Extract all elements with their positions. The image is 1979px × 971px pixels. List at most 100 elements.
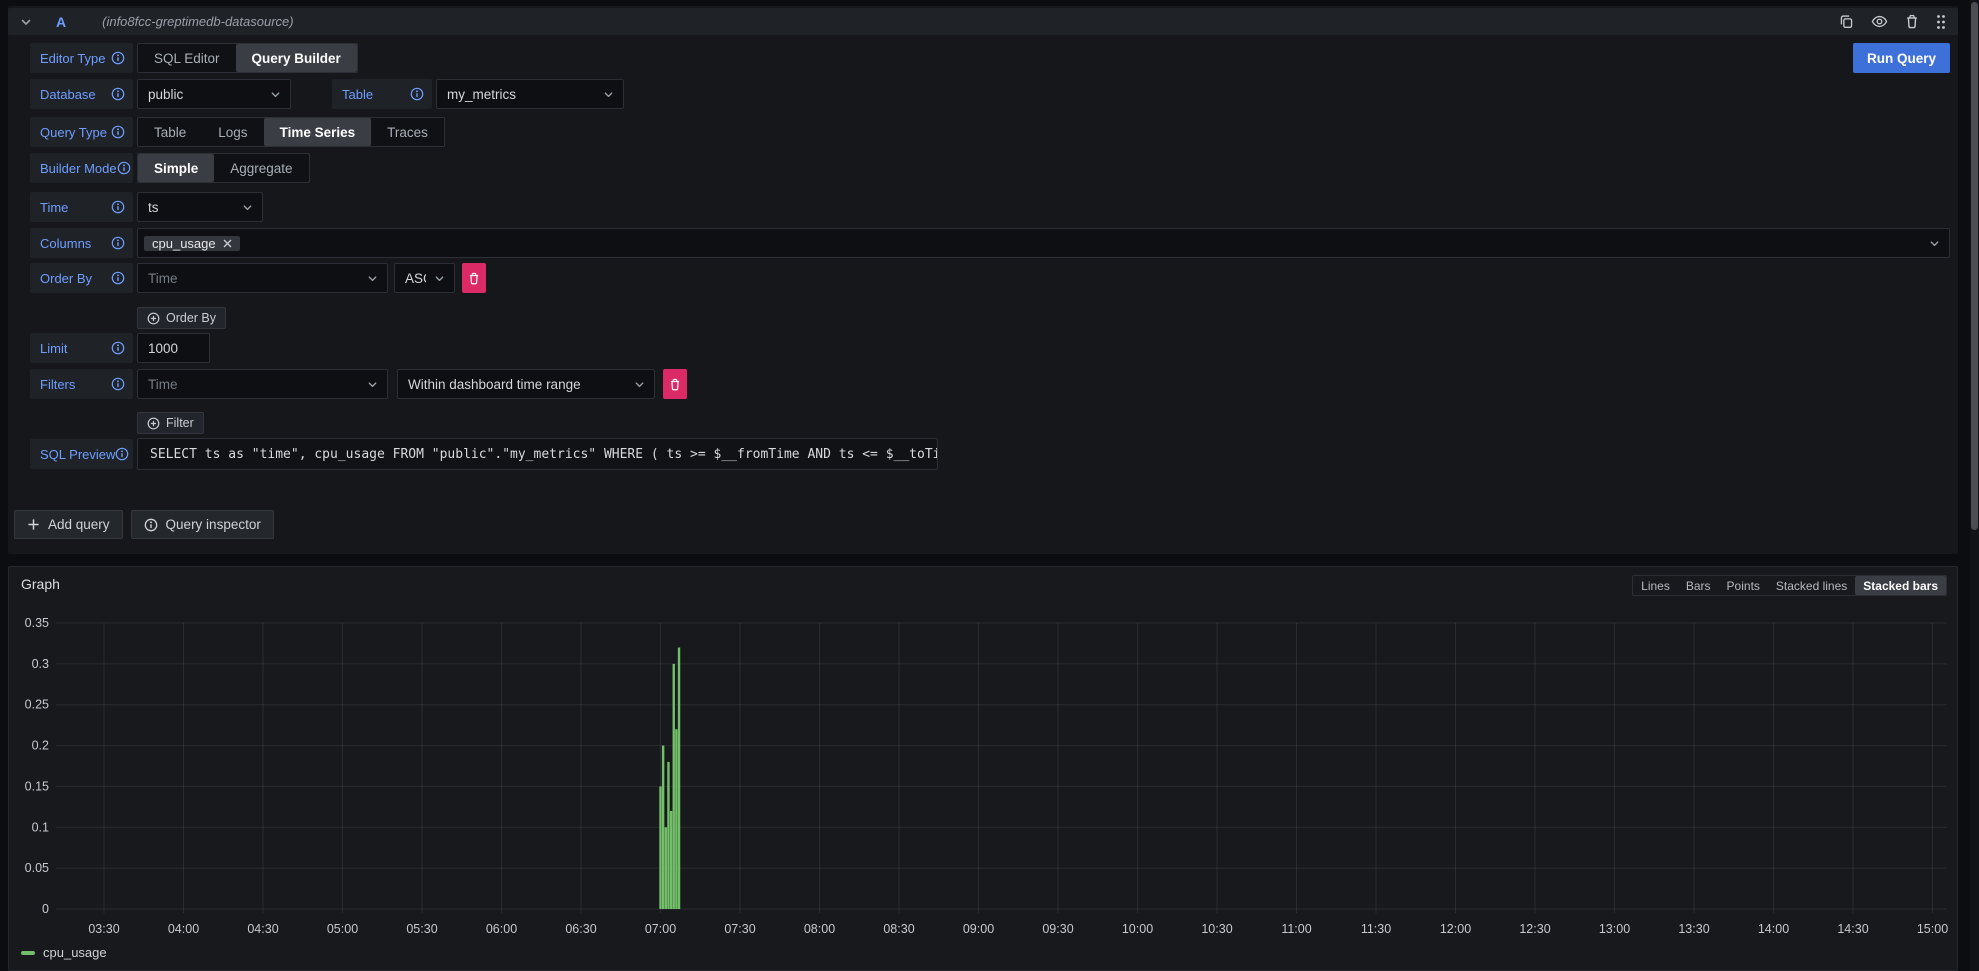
collapse-chevron-icon[interactable] xyxy=(20,16,32,28)
svg-text:0.05: 0.05 xyxy=(25,861,49,875)
remove-filter-button[interactable] xyxy=(663,369,687,399)
svg-text:13:30: 13:30 xyxy=(1678,922,1709,936)
plus-circle-icon xyxy=(147,312,160,325)
chevron-down-icon xyxy=(634,379,645,390)
time-series-chart[interactable]: 00.050.10.150.20.250.30.3503:3004:0004:3… xyxy=(9,607,1955,947)
chevron-down-icon xyxy=(603,89,614,100)
info-icon[interactable] xyxy=(111,200,125,214)
svg-text:12:30: 12:30 xyxy=(1519,922,1550,936)
remove-column-icon[interactable] xyxy=(223,239,232,248)
legend-series-label: cpu_usage xyxy=(43,945,107,960)
query-ref-id: A xyxy=(56,14,66,30)
order-by-label: Order By xyxy=(30,263,133,293)
filter-condition-select[interactable]: Within dashboard time range xyxy=(397,369,655,399)
info-icon[interactable] xyxy=(111,87,125,101)
svg-text:04:30: 04:30 xyxy=(247,922,278,936)
limit-input[interactable] xyxy=(137,333,210,363)
info-circle-icon xyxy=(144,518,158,532)
run-query-button[interactable]: Run Query xyxy=(1853,43,1950,73)
graph-panel: Graph Lines Bars Points Stacked lines St… xyxy=(8,566,1958,971)
eye-icon[interactable] xyxy=(1871,14,1888,29)
info-icon[interactable] xyxy=(111,51,125,65)
svg-text:14:00: 14:00 xyxy=(1758,922,1789,936)
plus-icon xyxy=(27,518,40,531)
query-row-header[interactable]: A (info8fcc-greptimedb-datasource) xyxy=(8,8,1958,35)
trash-icon[interactable] xyxy=(1905,14,1919,29)
graph-panel-title: Graph xyxy=(21,576,60,592)
sql-preview-label: SQL Preview xyxy=(30,439,133,469)
query-footer: Add query Query inspector xyxy=(14,510,274,539)
add-filter-label: Filter xyxy=(166,416,194,430)
page-scrollbar-track[interactable] xyxy=(1970,0,1979,971)
svg-text:15:00: 15:00 xyxy=(1917,922,1948,936)
svg-text:11:30: 11:30 xyxy=(1361,922,1391,936)
table-label: Table xyxy=(332,79,432,109)
svg-text:06:00: 06:00 xyxy=(486,922,517,936)
builder-mode-option-aggregate[interactable]: Aggregate xyxy=(214,154,308,182)
info-icon[interactable] xyxy=(111,341,125,355)
time-column-select[interactable]: ts xyxy=(137,192,263,222)
svg-text:11:00: 11:00 xyxy=(1281,922,1311,936)
builder-mode-label: Builder Mode xyxy=(30,153,133,183)
add-filter-button[interactable]: Filter xyxy=(137,412,204,434)
info-icon[interactable] xyxy=(115,447,129,461)
remove-order-by-button[interactable] xyxy=(462,263,486,293)
limit-label: Limit xyxy=(30,333,133,363)
info-icon[interactable] xyxy=(117,161,131,175)
info-icon[interactable] xyxy=(111,236,125,250)
svg-text:0.1: 0.1 xyxy=(32,820,49,834)
editor-type-option-query-builder[interactable]: Query Builder xyxy=(236,44,357,72)
info-icon[interactable] xyxy=(111,377,125,391)
column-tag: cpu_usage xyxy=(144,236,240,251)
query-type-toggle: Table Logs Time Series Traces xyxy=(137,117,445,147)
filters-row: Filters Time Within dashboard time range xyxy=(30,369,687,399)
query-type-option-table[interactable]: Table xyxy=(138,118,202,146)
query-type-option-time-series[interactable]: Time Series xyxy=(264,118,372,146)
svg-text:05:30: 05:30 xyxy=(406,922,437,936)
database-select[interactable]: public xyxy=(137,79,291,109)
columns-multiselect[interactable]: cpu_usage xyxy=(137,228,1950,258)
table-select[interactable]: my_metrics xyxy=(436,79,624,109)
order-by-field-select[interactable]: Time xyxy=(137,263,388,293)
legend-series-color-dash xyxy=(21,951,35,955)
drag-handle-icon[interactable] xyxy=(1936,14,1946,30)
query-type-option-logs[interactable]: Logs xyxy=(202,118,263,146)
builder-mode-toggle: Simple Aggregate xyxy=(137,153,310,183)
page-scrollbar-thumb[interactable] xyxy=(1971,2,1978,530)
order-by-direction-select[interactable]: ASC xyxy=(394,263,455,293)
sql-preview-row: SQL Preview SELECT ts as "time", cpu_usa… xyxy=(30,438,938,470)
column-tag-label: cpu_usage xyxy=(152,236,216,251)
chevron-down-icon xyxy=(367,379,378,390)
svg-text:07:30: 07:30 xyxy=(724,922,755,936)
add-order-by-button[interactable]: Order By xyxy=(137,307,226,329)
svg-text:14:30: 14:30 xyxy=(1837,922,1868,936)
query-inspector-button[interactable]: Query inspector xyxy=(131,510,274,539)
info-icon[interactable] xyxy=(111,125,125,139)
chevron-down-icon xyxy=(1929,238,1940,249)
editor-type-row: Editor Type SQL Editor Query Builder xyxy=(30,43,358,73)
svg-text:09:30: 09:30 xyxy=(1042,922,1073,936)
mode-stacked-bars[interactable]: Stacked bars xyxy=(1855,576,1946,595)
time-label: Time xyxy=(30,192,133,222)
mode-lines[interactable]: Lines xyxy=(1633,576,1678,595)
editor-type-option-sql-editor[interactable]: SQL Editor xyxy=(138,44,236,72)
svg-text:06:30: 06:30 xyxy=(565,922,596,936)
duplicate-icon[interactable] xyxy=(1839,14,1854,29)
add-order-by-row: Order By xyxy=(30,307,226,329)
datasource-name: (info8fcc-greptimedb-datasource) xyxy=(102,14,293,29)
mode-points[interactable]: Points xyxy=(1719,576,1768,595)
builder-mode-option-simple[interactable]: Simple xyxy=(138,154,214,182)
chevron-down-icon xyxy=(270,89,281,100)
info-icon[interactable] xyxy=(410,87,424,101)
trash-icon xyxy=(669,378,681,391)
add-filter-row: Filter xyxy=(30,412,204,434)
filter-field-select[interactable]: Time xyxy=(137,369,388,399)
mode-bars[interactable]: Bars xyxy=(1678,576,1719,595)
chart-legend[interactable]: cpu_usage xyxy=(21,945,107,960)
query-type-option-traces[interactable]: Traces xyxy=(371,118,444,146)
svg-text:09:00: 09:00 xyxy=(963,922,994,936)
mode-stacked-lines[interactable]: Stacked lines xyxy=(1768,576,1855,595)
svg-text:07:00: 07:00 xyxy=(645,922,676,936)
info-icon[interactable] xyxy=(111,271,125,285)
add-query-button[interactable]: Add query xyxy=(14,510,123,539)
